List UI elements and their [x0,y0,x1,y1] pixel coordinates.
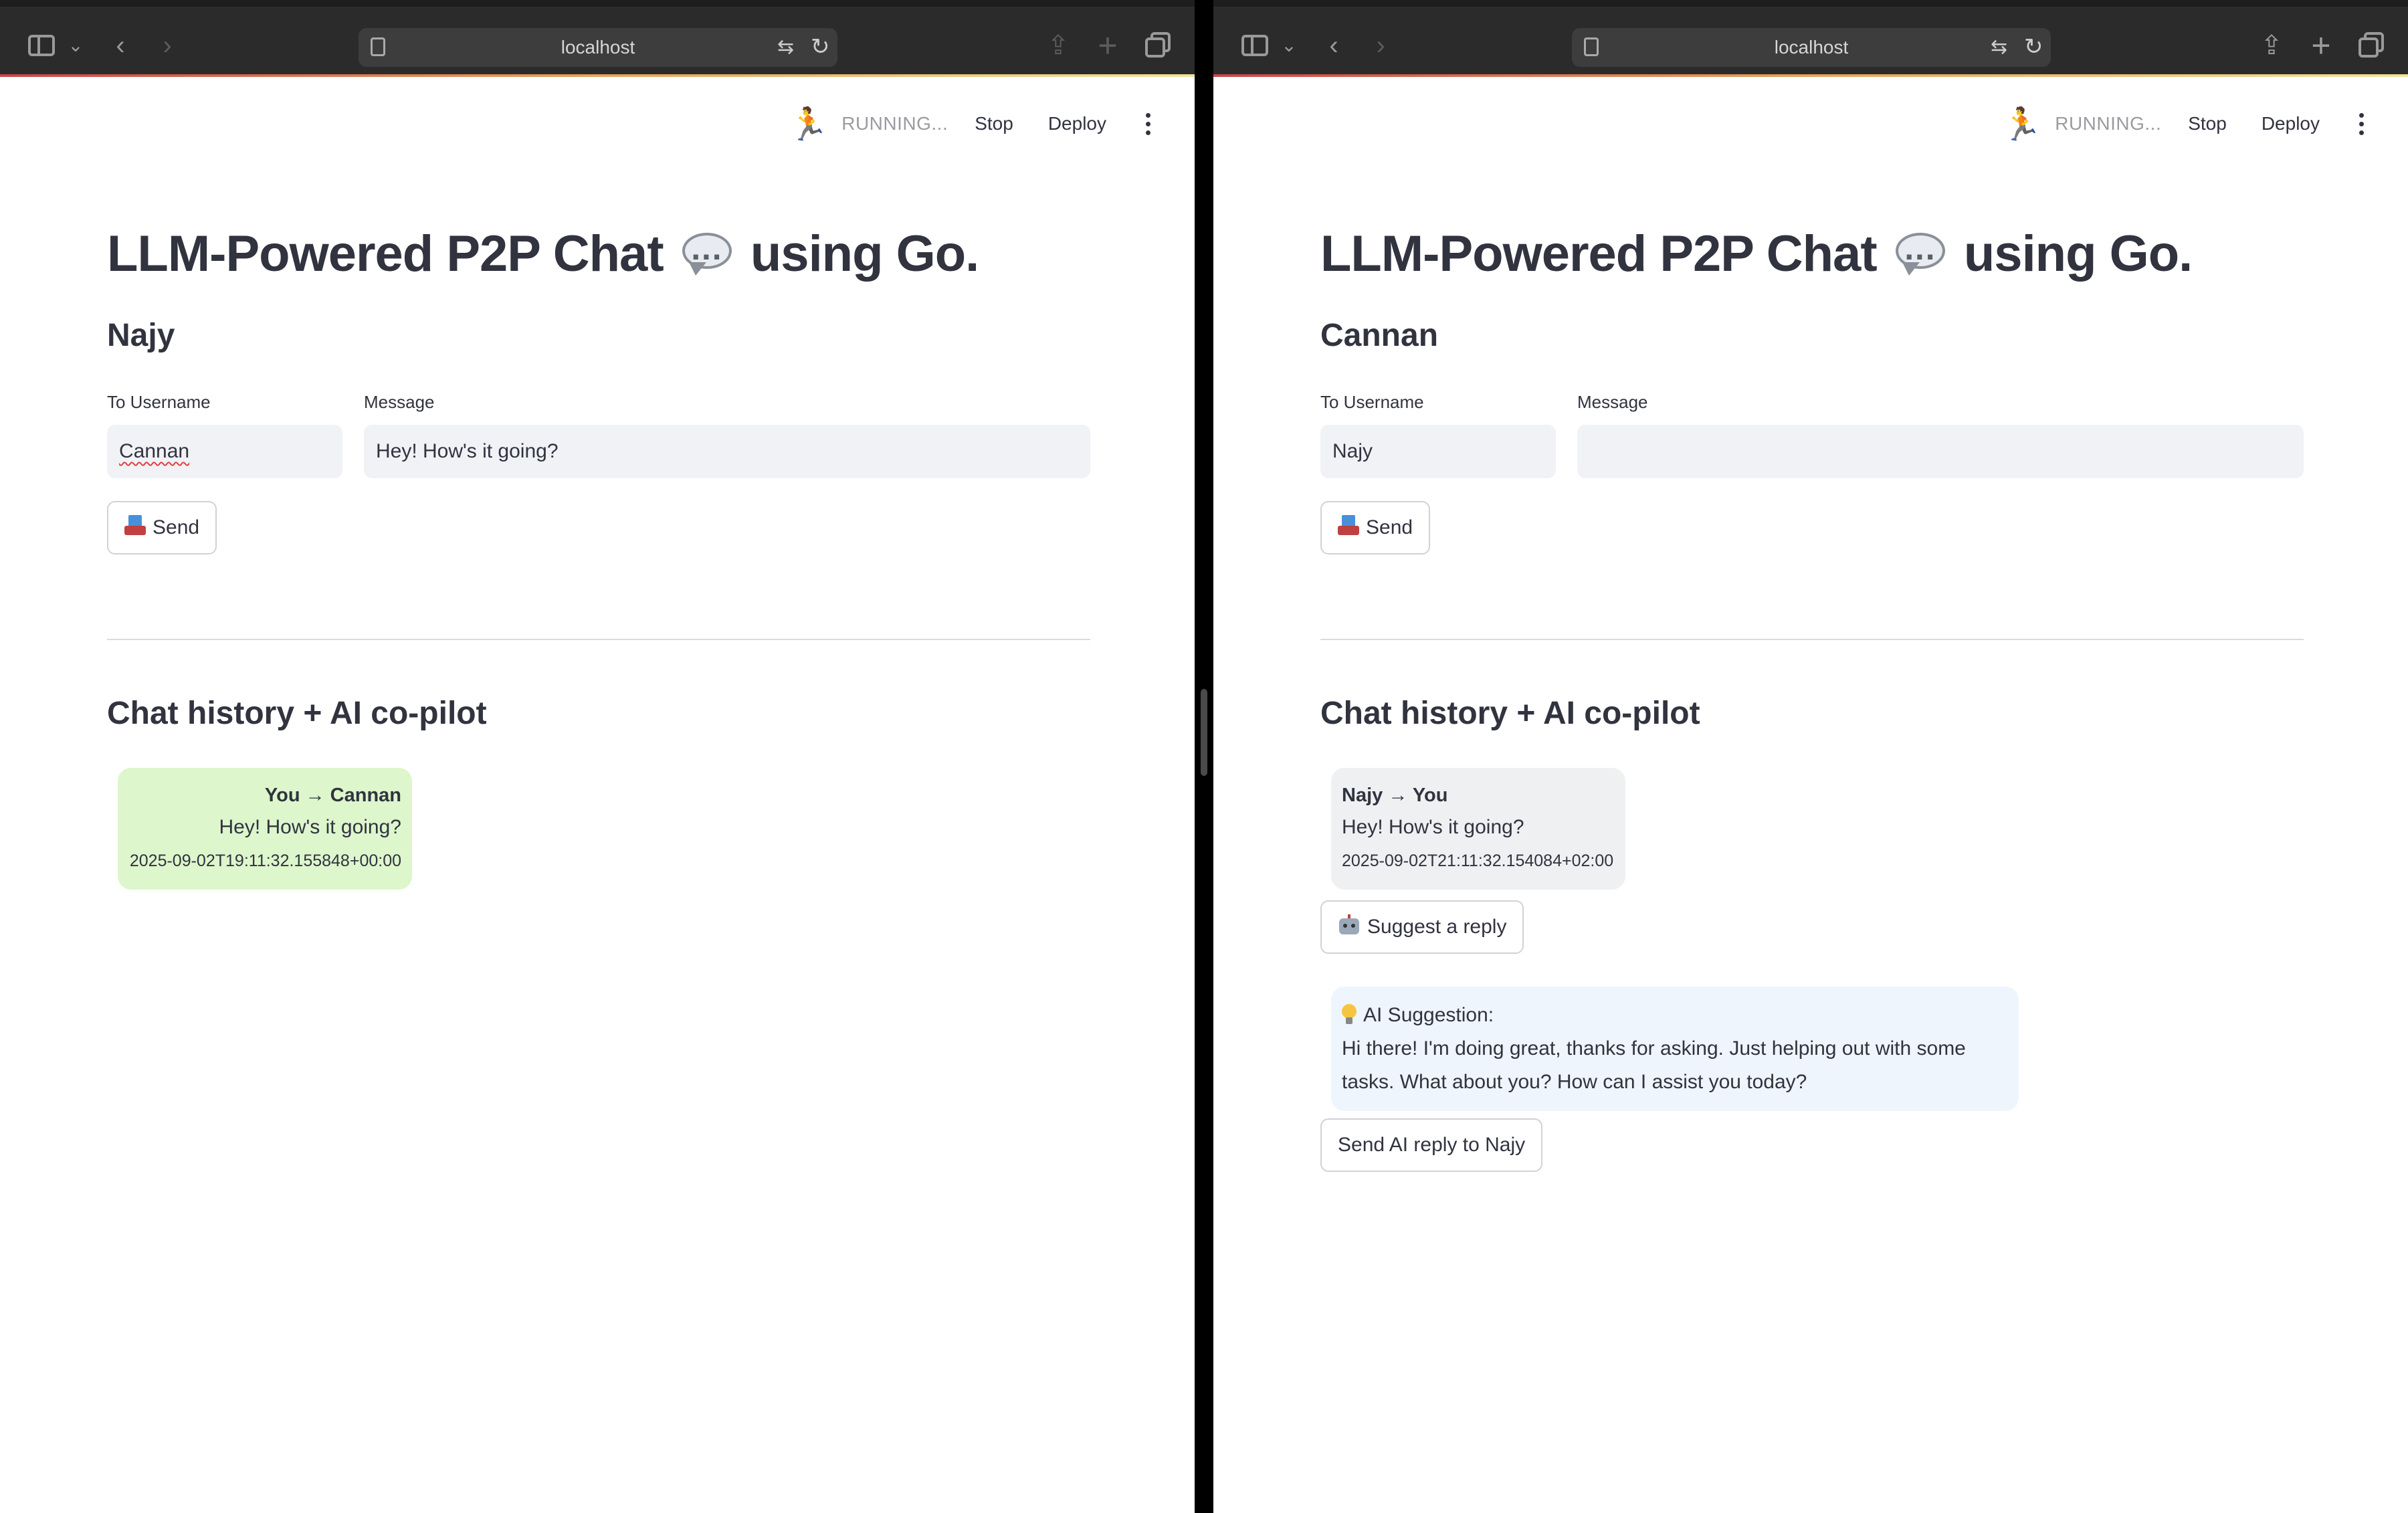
chat-message: You → Cannan Hey! How's it going? 2025-0… [118,768,412,890]
lightbulb-icon [1342,1004,1357,1024]
translate-icon[interactable]: ⇆ [1991,35,2007,60]
tab-overview-icon[interactable] [2356,25,2388,66]
url-text: localhost [1774,37,1849,58]
running-status: RUNNING... [841,113,948,134]
app-toolbar: 🏃 RUNNING... Stop Deploy [2001,100,2368,147]
send-button-label: Send [1366,516,1413,538]
divider [1320,639,2304,640]
message-input[interactable] [1577,425,2304,478]
message-label: Message [364,392,435,412]
current-username: Cannan [1320,318,1439,353]
message-text: Hey! How's it going? [1342,816,1524,838]
browser-window-right: ⌄ ‹ › localhost ⇆ ↻ ⇪ + 🏃 RUNNING... Sto… [1213,0,2408,1513]
running-status: RUNNING... [2055,113,2162,134]
speech-bubble-icon [682,223,732,290]
back-icon[interactable]: ‹ [1320,25,1347,66]
deploy-button[interactable]: Deploy [2262,113,2320,134]
translate-icon[interactable]: ⇆ [777,35,794,60]
main-menu-icon[interactable] [1141,112,1155,135]
stop-button[interactable]: Stop [2188,113,2227,134]
robot-icon [1338,914,1361,936]
send-button[interactable]: Send [107,501,217,554]
address-bar[interactable]: localhost ⇆ ↻ [1572,28,2051,67]
send-button-label: Send [153,516,200,538]
page-load-indicator [1213,74,2408,77]
page-title-text: LLM-Powered P2P Chat [1320,225,1878,282]
compose-row: To Username Cannan Message Hey! How's it… [107,391,1090,478]
split-view-divider[interactable] [1201,689,1207,776]
suggest-reply-button[interactable]: Suggest a reply [1320,900,1524,954]
running-person-icon: 🏃 [2001,106,2042,142]
address-bar[interactable]: localhost ⇆ ↻ [359,28,837,67]
page-title-suffix: using Go. [1963,225,2193,282]
url-text: localhost [561,37,635,58]
new-tab-icon[interactable]: + [1093,25,1122,66]
message-text: Hey! How's it going? [219,816,401,838]
chat-message: Najy → You Hey! How's it going? 2025-09-… [1331,768,1625,890]
ai-suggestion-box: AI Suggestion: Hi there! I'm doing great… [1331,987,2019,1111]
app-main: LLM-Powered P2P Chat using Go. Cannan To… [1320,221,2304,1172]
stop-button[interactable]: Stop [975,113,1013,134]
compose-row: To Username Najy Message [1320,391,2304,478]
outbox-icon [1338,515,1359,535]
browser-toolbar: ⌄ ‹ › localhost ⇆ ↻ ⇪ + [1213,0,2408,77]
reload-icon[interactable]: ↻ [2024,33,2043,60]
chat-history-title: Chat history + AI co-pilot [107,696,487,731]
ai-suggestion-title-text: AI Suggestion: [1363,1004,1494,1026]
page-load-indicator [0,74,1195,77]
tab-overview-icon[interactable] [1142,25,1175,66]
to-username-label: To Username [1320,392,1424,412]
message-timestamp: 2025-09-02T19:11:32.155848+00:00 [129,851,401,870]
message-timestamp: 2025-09-02T21:11:32.154084+02:00 [1342,851,1614,870]
deploy-button[interactable]: Deploy [1048,113,1106,134]
ai-suggestion-text: Hi there! I'm doing great, thanks for as… [1342,1037,1966,1093]
message-label: Message [1577,392,1648,412]
sidebar-toggle-icon[interactable] [25,25,58,66]
to-username-input[interactable]: Cannan [107,425,342,478]
forward-icon[interactable]: › [154,25,181,66]
new-tab-icon[interactable]: + [2306,25,2336,66]
back-icon[interactable]: ‹ [107,25,134,66]
message-sender: You → Cannan [264,785,401,806]
chevron-down-icon[interactable]: ⌄ [1279,25,1299,66]
app-toolbar: 🏃 RUNNING... Stop Deploy [788,100,1155,147]
send-button[interactable]: Send [1320,501,1431,554]
browser-toolbar: ⌄ ‹ › localhost ⇆ ↻ ⇪ + [0,0,1195,77]
page-title-suffix: using Go. [750,225,979,282]
chevron-down-icon[interactable]: ⌄ [66,25,86,66]
running-person-icon: 🏃 [788,106,829,142]
page-title: LLM-Powered P2P Chat using Go. [1320,221,2304,290]
message-input[interactable]: Hey! How's it going? [364,425,1090,478]
message-sender: Najy → You [1342,785,1448,806]
speech-bubble-icon [1895,223,1945,290]
send-ai-reply-button[interactable]: Send AI reply to Najy [1320,1118,1543,1172]
to-username-label: To Username [107,392,211,412]
page-title-text: LLM-Powered P2P Chat [107,225,664,282]
sidebar-toggle-icon[interactable] [1239,25,1271,66]
to-username-input[interactable]: Najy [1320,425,1556,478]
to-username-value: Cannan [119,440,190,462]
reload-icon[interactable]: ↻ [811,33,830,60]
chat-history-title: Chat history + AI co-pilot [1320,696,1700,731]
outbox-icon [124,515,146,535]
share-icon[interactable]: ⇪ [1043,25,1073,66]
divider [107,639,1090,640]
browser-window-left: ⌄ ‹ › localhost ⇆ ↻ ⇪ + 🏃 RUNNING... Sto… [0,0,1195,1513]
app-main: LLM-Powered P2P Chat using Go. Najy To U… [107,221,1090,890]
suggest-reply-label: Suggest a reply [1367,916,1507,938]
forward-icon[interactable]: › [1367,25,1394,66]
page-title: LLM-Powered P2P Chat using Go. [107,221,1090,290]
share-icon[interactable]: ⇪ [2257,25,2286,66]
ai-suggestion-title: AI Suggestion: [1342,999,2008,1032]
current-username: Najy [107,318,175,353]
main-menu-icon[interactable] [2354,112,2368,135]
